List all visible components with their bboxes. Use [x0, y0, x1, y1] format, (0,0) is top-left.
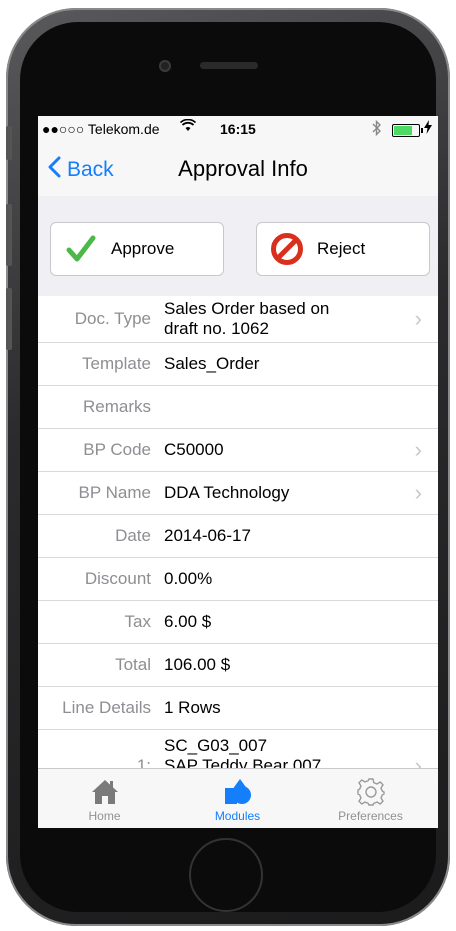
- row-value: 2014-06-17: [164, 526, 251, 545]
- home-icon: [38, 775, 171, 809]
- gear-icon: [304, 775, 437, 809]
- chevron-right-icon: ›: [414, 437, 422, 462]
- row-label: BP Name: [78, 483, 151, 502]
- row-label: Template: [82, 354, 151, 373]
- modules-icon: [171, 775, 304, 809]
- chevron-right-icon: ›: [414, 480, 422, 505]
- clock: 16:15: [220, 121, 256, 137]
- tab-modules[interactable]: Modules: [171, 769, 304, 828]
- battery-icon: [392, 124, 423, 137]
- row-value: Sales Order based on draft no. 1062: [164, 299, 330, 338]
- bluetooth-icon: [372, 119, 382, 139]
- row-date: Date 2014-06-17: [38, 515, 438, 558]
- row-label: Line Details: [62, 698, 151, 717]
- wifi-icon: [179, 118, 197, 136]
- tab-preferences[interactable]: Preferences: [304, 769, 437, 828]
- volume-up-button: [6, 204, 12, 266]
- charging-icon: [424, 120, 432, 137]
- approve-label: Approve: [111, 239, 175, 258]
- row-value: 1 Rows: [164, 698, 221, 717]
- page-title: Approval Info: [178, 156, 308, 181]
- approve-button[interactable]: Approve: [50, 222, 224, 276]
- row-label: Tax: [124, 612, 151, 631]
- reject-button[interactable]: Reject: [256, 222, 430, 276]
- row-bp-name[interactable]: BP Name DDA Technology ›: [38, 472, 438, 515]
- status-bar: ●●○○○ Telekom.de 16:15: [38, 116, 438, 142]
- row-tax: Tax 6.00 $: [38, 601, 438, 644]
- row-bp-code[interactable]: BP Code C50000 ›: [38, 429, 438, 472]
- tab-label: Home: [88, 809, 121, 823]
- speaker: [200, 62, 258, 69]
- row-doc-type[interactable]: Doc. Type Sales Order based on draft no. …: [38, 296, 438, 343]
- carrier-label: ●●○○○ Telekom.de: [42, 121, 160, 137]
- row-value: 0.00%: [164, 569, 213, 588]
- row-remarks: Remarks: [38, 386, 438, 429]
- tab-label: Preferences: [338, 809, 403, 823]
- row-line-details: Line Details 1 Rows: [38, 687, 438, 730]
- screen: ●●○○○ Telekom.de 16:15 Back Approval Inf…: [38, 116, 438, 828]
- detail-list: Doc. Type Sales Order based on draft no. …: [38, 296, 438, 782]
- chevron-right-icon: ›: [414, 306, 422, 331]
- home-hardware-button[interactable]: [189, 838, 263, 912]
- row-template: Template Sales_Order: [38, 343, 438, 386]
- camera: [159, 60, 171, 72]
- checkmark-icon: [61, 229, 101, 269]
- volume-down-button: [6, 288, 12, 350]
- tab-home[interactable]: Home: [38, 769, 171, 828]
- row-discount: Discount 0.00%: [38, 558, 438, 601]
- navigation-bar: Back Approval Info: [38, 142, 438, 197]
- row-label: BP Code: [83, 440, 151, 459]
- row-value: DDA Technology: [164, 483, 290, 502]
- row-value: Sales_Order: [164, 354, 260, 373]
- row-label: Date: [115, 526, 151, 545]
- row-label: Doc. Type: [74, 309, 151, 328]
- row-label: Remarks: [82, 397, 151, 416]
- row-value: 6.00 $: [164, 612, 212, 631]
- mute-switch: [6, 126, 12, 160]
- row-label: Total: [115, 655, 151, 674]
- row-label: Discount: [84, 569, 151, 588]
- row-value: C50000: [164, 440, 224, 459]
- reject-label: Reject: [317, 239, 366, 258]
- row-total: Total 106.00 $: [38, 644, 438, 687]
- action-area: Approve Reject: [38, 196, 438, 296]
- tab-label: Modules: [214, 809, 261, 823]
- tab-bar: Home Modules Preferences: [38, 768, 438, 828]
- prohibited-icon: [267, 229, 307, 269]
- row-value: 106.00 $: [164, 655, 231, 674]
